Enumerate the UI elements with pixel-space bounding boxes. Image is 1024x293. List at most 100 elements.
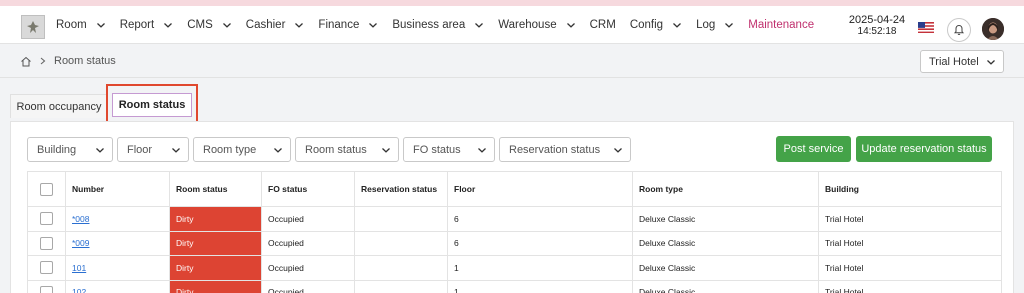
- col-fo-status[interactable]: FO status: [261, 171, 355, 207]
- nav-item-room[interactable]: Room: [54, 19, 106, 31]
- filter-building-label: Building: [37, 143, 77, 156]
- filter-floor[interactable]: Floor: [117, 137, 189, 162]
- breadcrumb-current: Room status: [54, 55, 116, 67]
- select-all-cell: [27, 171, 66, 207]
- cell-number: 102: [65, 279, 170, 293]
- nav-item-business-area[interactable]: Business area: [390, 19, 484, 31]
- filter-room-status[interactable]: Room status: [295, 137, 399, 162]
- hotel-logo[interactable]: [21, 15, 45, 39]
- clock-time: 14:52:18: [857, 26, 897, 37]
- select-all-checkbox[interactable]: [40, 182, 53, 196]
- cell-floor: 6: [447, 230, 633, 256]
- nav-item-label: CRM: [589, 19, 616, 31]
- row-select-cell: [27, 206, 66, 232]
- row-select-cell: [27, 230, 66, 256]
- nav-item-label: CMS: [187, 19, 213, 31]
- cell-reservation-status: [354, 255, 448, 281]
- notifications-button[interactable]: [947, 18, 971, 42]
- nav-item-warehouse[interactable]: Warehouse: [496, 19, 575, 31]
- filter-room-type[interactable]: Room type: [193, 137, 291, 162]
- breadcrumb: Room status: [20, 53, 116, 69]
- cell-room-type: Deluxe Classic: [632, 279, 819, 293]
- home-icon[interactable]: [20, 56, 32, 67]
- row-checkbox[interactable]: [40, 236, 53, 250]
- table-row: *008 Dirty Occupied 6 Deluxe Classic Tri…: [27, 206, 1002, 232]
- nav-item-label: Report: [119, 19, 155, 31]
- nav-item-label: Config: [629, 19, 664, 31]
- filter-reservation-status[interactable]: Reservation status: [499, 137, 631, 162]
- avatar-image: [982, 18, 1004, 40]
- cell-room-type: Deluxe Classic: [632, 255, 819, 281]
- nav-item-report[interactable]: Report: [118, 19, 174, 31]
- tab-room-occupancy[interactable]: Room occupancy: [10, 94, 108, 118]
- post-service-button[interactable]: Post service: [776, 136, 851, 162]
- filter-room-status-label: Room status: [305, 143, 367, 156]
- cell-reservation-status: [354, 230, 448, 256]
- chevron-down-icon: [274, 148, 282, 153]
- cell-fo-status: Occupied: [261, 230, 355, 256]
- breadcrumb-chevron-icon: [40, 57, 46, 65]
- tab-room-status[interactable]: Room status: [112, 93, 192, 117]
- col-floor[interactable]: Floor: [447, 171, 633, 207]
- cell-building: Trial Hotel: [818, 230, 1002, 256]
- room-number-link[interactable]: *009: [72, 238, 90, 248]
- nav-item-label: Room: [56, 19, 87, 31]
- nav-item-label: Log: [696, 19, 716, 31]
- filter-building[interactable]: Building: [27, 137, 113, 162]
- update-reservation-status-button[interactable]: Update reservation status: [856, 136, 992, 162]
- nav-item-cashier[interactable]: Cashier: [244, 19, 305, 31]
- nav-item-log[interactable]: Log: [694, 19, 734, 31]
- user-avatar[interactable]: [982, 18, 1004, 40]
- table-row: *009 Dirty Occupied 6 Deluxe Classic Tri…: [27, 230, 1002, 256]
- chevron-down-icon: [295, 23, 304, 28]
- header-divider: [0, 77, 1024, 78]
- filter-fo-status[interactable]: FO status: [403, 137, 495, 162]
- nav-item-label: Finance: [318, 19, 360, 31]
- room-number-link[interactable]: 101: [72, 263, 86, 273]
- cell-room-type: Deluxe Classic: [632, 230, 819, 256]
- chevron-down-icon: [478, 148, 486, 153]
- col-number[interactable]: Number: [65, 171, 170, 207]
- cell-building: Trial Hotel: [818, 255, 1002, 281]
- nav-item-config[interactable]: Config: [628, 19, 682, 31]
- col-building[interactable]: Building: [818, 171, 1002, 207]
- col-room-status[interactable]: Room status: [169, 171, 262, 207]
- row-checkbox[interactable]: [40, 212, 53, 226]
- clock: 2025-04-24 14:52:18: [842, 15, 912, 38]
- nav-item-label: Warehouse: [498, 19, 557, 31]
- filter-fo-status-label: FO status: [413, 143, 461, 156]
- row-select-cell: [27, 279, 66, 293]
- row-checkbox[interactable]: [40, 261, 53, 275]
- filter-floor-label: Floor: [127, 143, 153, 156]
- cell-room-type: Deluxe Classic: [632, 206, 819, 232]
- nav-item-maintenance[interactable]: Maintenance: [746, 19, 814, 31]
- nav-item-label: Maintenance: [748, 19, 815, 31]
- cell-room-status: Dirty: [169, 206, 262, 232]
- chevron-down-icon: [987, 60, 995, 65]
- cell-reservation-status: [354, 206, 448, 232]
- filter-room-type-label: Room type: [203, 143, 257, 156]
- room-status-table: Number Room status FO status Reservation…: [27, 171, 1002, 293]
- cell-room-status: Dirty: [169, 279, 262, 293]
- chevron-down-icon: [369, 23, 378, 28]
- chevron-down-icon: [382, 148, 390, 153]
- room-number-link[interactable]: *008: [72, 214, 90, 224]
- col-reservation-status[interactable]: Reservation status: [354, 171, 448, 207]
- room-number-link[interactable]: 102: [72, 287, 86, 293]
- cell-room-status: Dirty: [169, 230, 262, 256]
- table-row: 101 Dirty Occupied 1 Deluxe Classic Tria…: [27, 255, 1002, 281]
- us-flag-icon[interactable]: [918, 22, 934, 33]
- table-header-row: Number Room status FO status Reservation…: [27, 171, 1002, 207]
- nav-item-finance[interactable]: Finance: [316, 19, 378, 31]
- col-room-type[interactable]: Room type: [632, 171, 819, 207]
- chevron-down-icon: [673, 23, 682, 28]
- row-checkbox[interactable]: [40, 285, 53, 293]
- table-row: 102 Dirty Occupied 1 Deluxe Classic Tria…: [27, 279, 1002, 293]
- nav-item-cms[interactable]: CMS: [185, 19, 232, 31]
- chevron-down-icon: [96, 23, 105, 28]
- hotel-select[interactable]: Trial Hotel: [920, 50, 1004, 73]
- top-navbar: Room Report CMS Cashier Finance Business area…: [0, 6, 1024, 44]
- cell-building: Trial Hotel: [818, 279, 1002, 293]
- nav-item-crm[interactable]: CRM: [588, 19, 616, 31]
- logo-icon: [27, 21, 39, 33]
